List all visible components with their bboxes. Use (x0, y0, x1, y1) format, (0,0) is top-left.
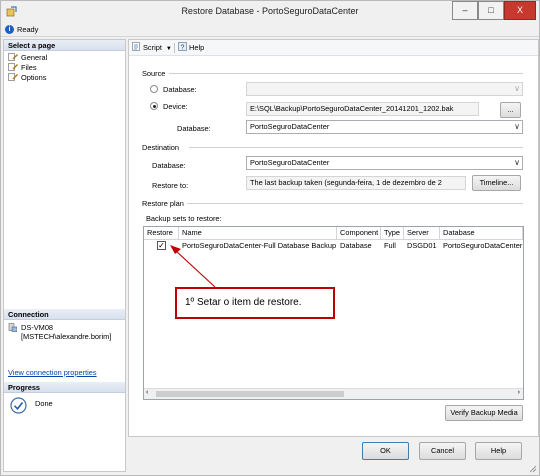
annotation-arrow (170, 245, 216, 288)
annotation-callout: 1º Setar o item de restore. (175, 287, 335, 319)
